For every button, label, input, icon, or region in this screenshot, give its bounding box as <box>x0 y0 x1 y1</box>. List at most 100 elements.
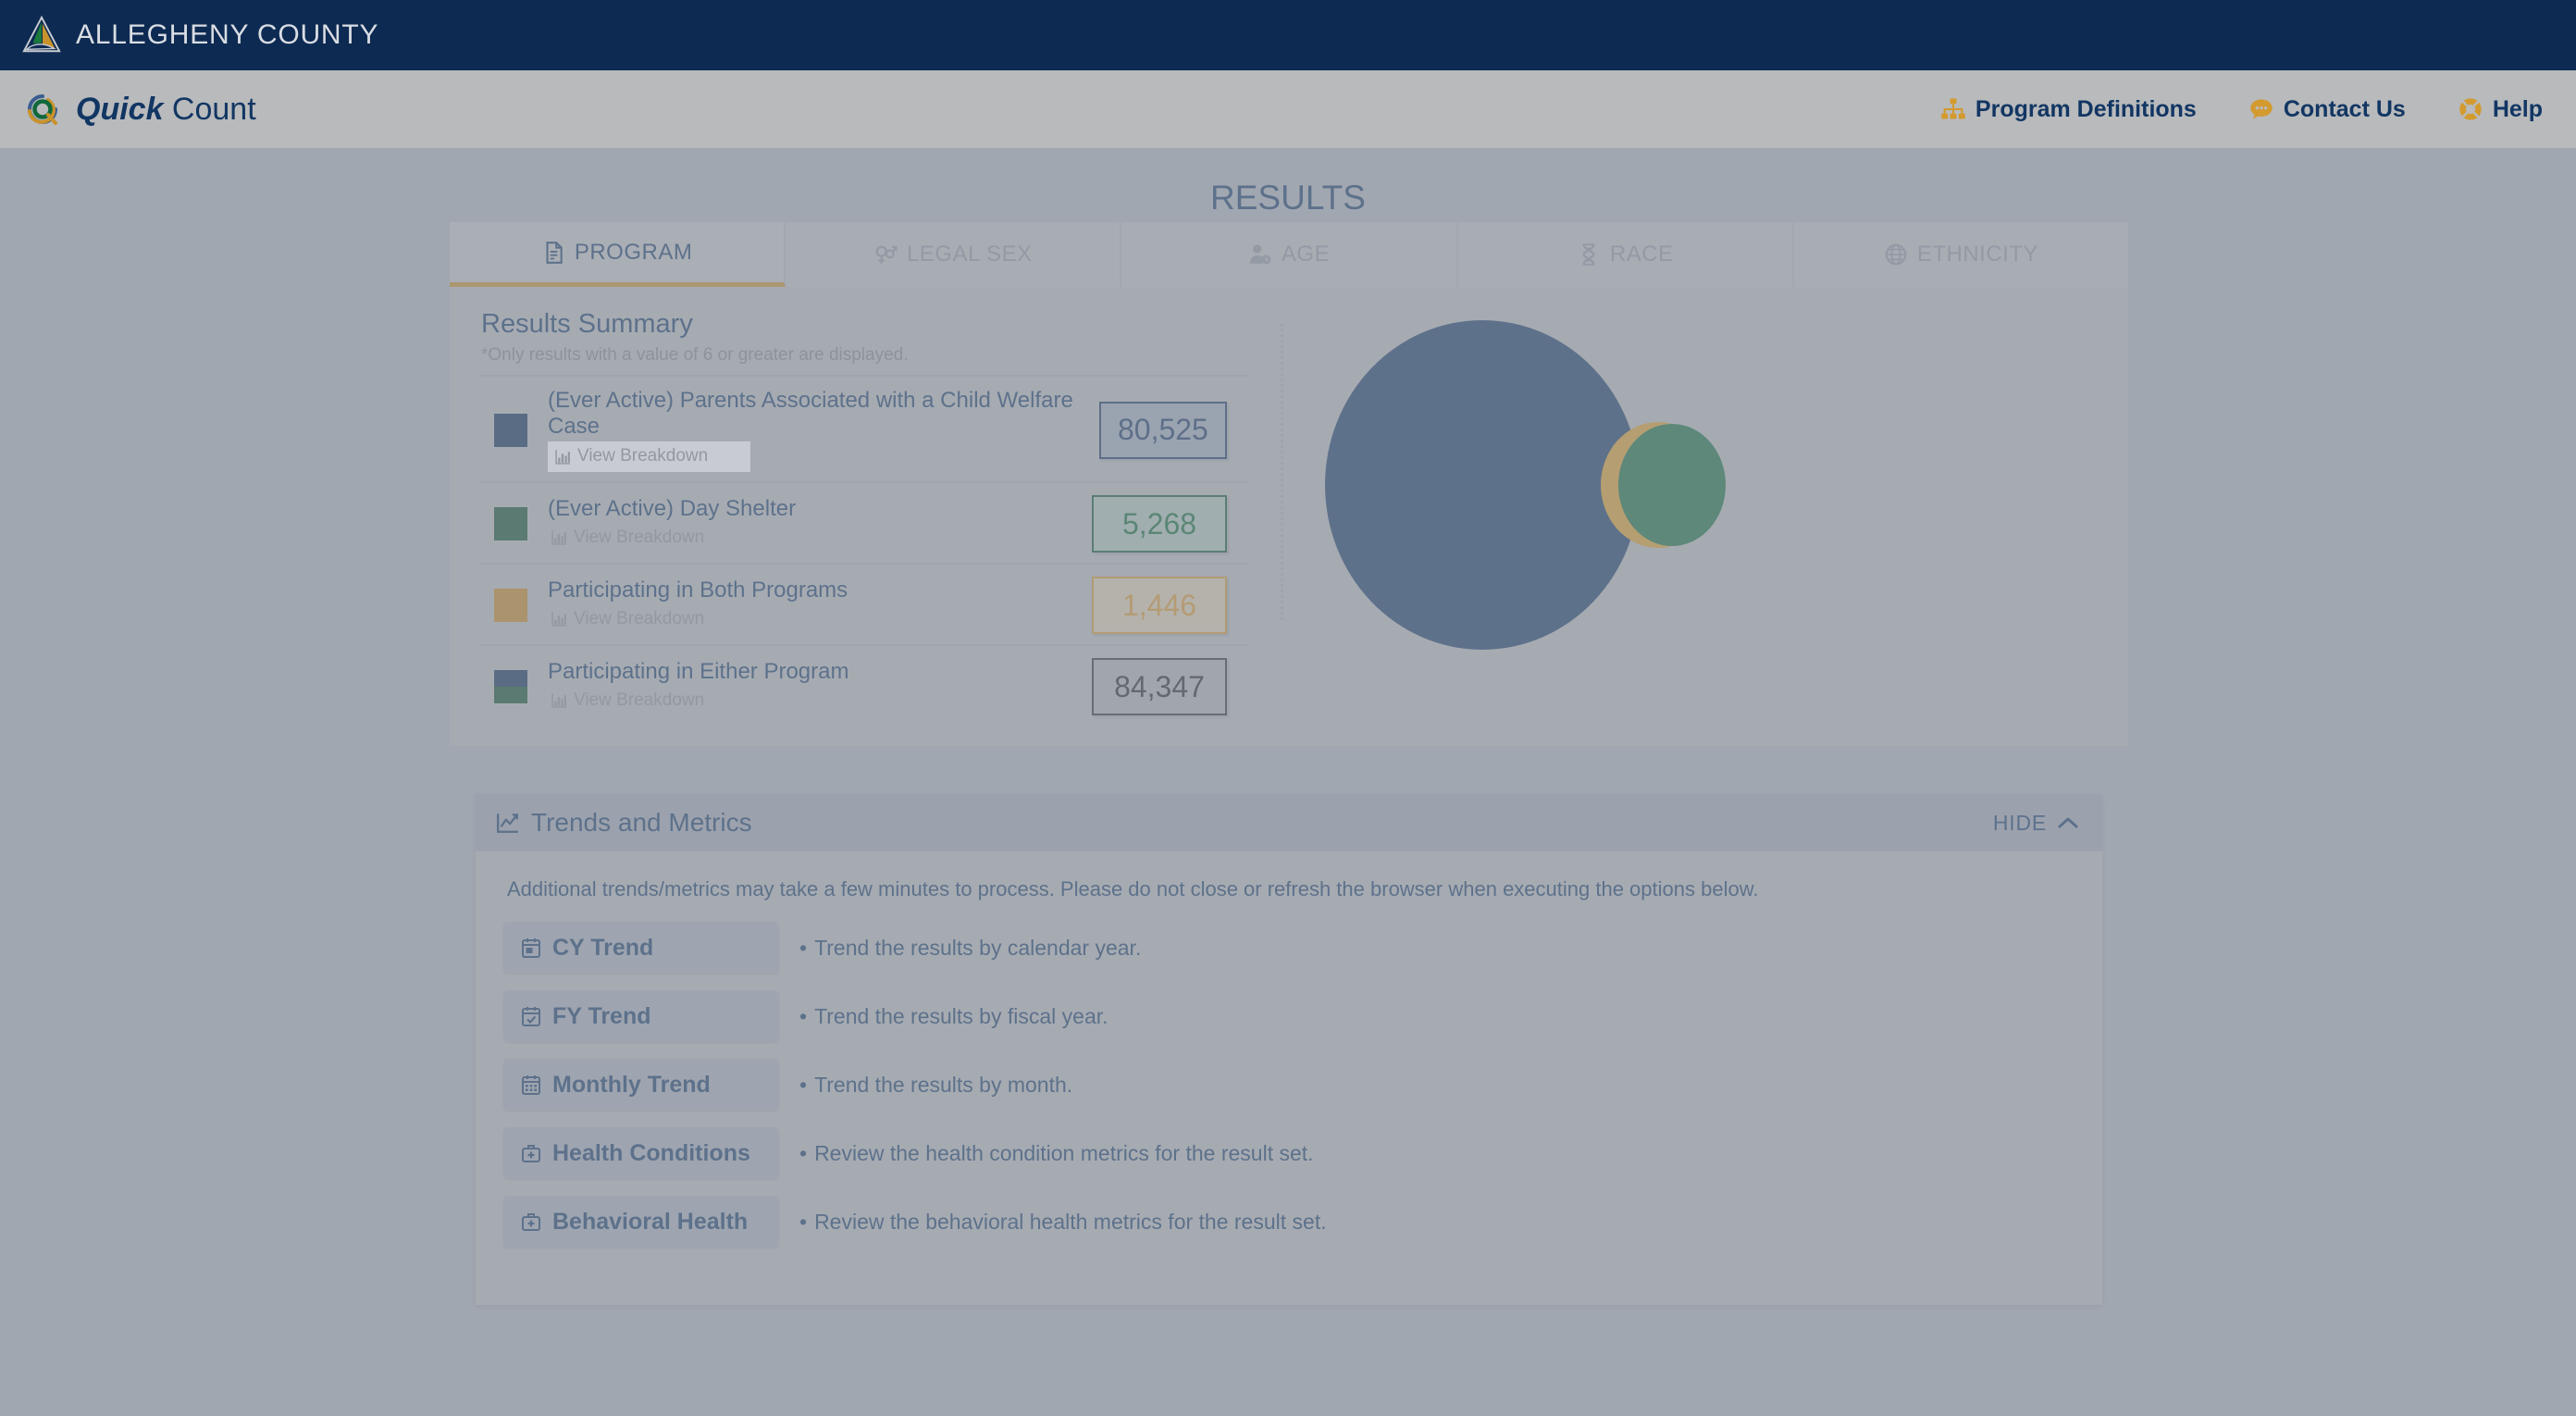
result-value[interactable]: 80,525 <box>1098 401 1227 459</box>
calendar-days-icon <box>522 1075 540 1096</box>
nav-contact-us[interactable]: Contact Us <box>2248 96 2406 123</box>
tab-race-label: RACE <box>1609 242 1674 267</box>
monthly-trend-desc: • Trend the results by month. <box>799 1073 1072 1098</box>
allegheny-triangle-logo-icon <box>22 15 61 53</box>
venn-diagram-container <box>1281 309 2128 726</box>
view-breakdown-link[interactable]: View Breakdown <box>548 525 710 552</box>
behavioral-health-desc-text: Review the behavioral health metrics for… <box>814 1209 1327 1234</box>
view-breakdown-label: View Breakdown <box>574 527 705 547</box>
view-breakdown-link[interactable]: View Breakdown <box>548 688 710 714</box>
view-breakdown-link[interactable]: View Breakdown <box>548 606 710 633</box>
venn-set-green[interactable] <box>1618 424 1726 546</box>
cy-trend-label: CY Trend <box>552 934 654 961</box>
nav-program-definitions[interactable]: Program Definitions <box>1940 96 2197 123</box>
trends-note: Additional trends/metrics may take a few… <box>507 877 1759 901</box>
health-conditions-desc: • Review the health condition metrics for… <box>799 1141 1314 1166</box>
calendar-day-icon <box>522 938 540 959</box>
list-item: Health Conditions • Review the health con… <box>503 1127 2074 1180</box>
venn-set-navy[interactable] <box>1325 320 1640 650</box>
hide-trends-button[interactable]: HIDE <box>1993 811 2078 836</box>
health-conditions-button[interactable]: Health Conditions <box>503 1127 779 1180</box>
cy-trend-button[interactable]: CY Trend <box>503 922 779 975</box>
brand-name: Quick Count <box>76 92 256 128</box>
bar-chart-icon <box>551 530 566 546</box>
fy-trend-desc: • Trend the results by fiscal year. <box>799 1004 1108 1029</box>
behavioral-health-button[interactable]: Behavioral Health <box>503 1196 779 1248</box>
legend-swatch-gold <box>494 589 527 623</box>
life-ring-icon <box>2459 98 2482 120</box>
tab-age-label: AGE <box>1281 242 1331 267</box>
result-label: Participating in Both Programs <box>548 578 848 603</box>
calendar-check-icon <box>522 1007 540 1027</box>
venus-mars-icon <box>875 245 898 264</box>
results-summary-list: Results Summary *Only results with a val… <box>450 309 1281 726</box>
trends-title: Trends and Metrics <box>531 808 752 838</box>
view-breakdown-link[interactable]: View Breakdown <box>548 441 751 473</box>
view-breakdown-label: View Breakdown <box>577 446 709 466</box>
bullet-icon: • <box>799 935 808 960</box>
result-row-text: (Ever Active) Parents Associated with a … <box>548 388 1099 473</box>
nav-program-definitions-label: Program Definitions <box>1975 95 2197 122</box>
brand-header-bar: Quick Count Program Definitions Contact … <box>0 70 2576 148</box>
results-summary-heading: Results Summary <box>481 309 693 339</box>
monthly-trend-button[interactable]: Monthly Trend <box>503 1059 779 1112</box>
tab-ethnicity[interactable]: ETHNICITY <box>1793 222 2129 287</box>
list-item: Monthly Trend • Trend the results by mont… <box>503 1059 2074 1112</box>
sitemap-icon <box>1941 98 1965 119</box>
health-conditions-desc-text: Review the health condition metrics for … <box>814 1140 1314 1165</box>
bullet-icon: • <box>799 1140 808 1165</box>
table-row: Participating in Either Program View Bre… <box>481 644 1247 726</box>
list-item: Behavioral Health • Review the behavioral… <box>503 1196 2074 1248</box>
result-label: (Ever Active) Day Shelter <box>548 496 797 522</box>
comment-dots-icon <box>2250 99 2273 119</box>
file-lines-icon <box>546 241 563 264</box>
results-tabs: PROGRAM LEGAL SEX AGE RACE ETHNICITY <box>450 222 2129 287</box>
list-item: FY Trend • Trend the results by fiscal ye… <box>503 990 2074 1043</box>
bullet-icon: • <box>799 1003 808 1028</box>
nav-help[interactable]: Help <box>2458 96 2543 123</box>
monthly-trend-label: Monthly Trend <box>552 1071 711 1098</box>
result-value[interactable]: 84,347 <box>1092 658 1227 716</box>
tab-legal-sex-label: LEGAL SEX <box>906 242 1033 267</box>
tab-age[interactable]: AGE <box>1121 222 1458 287</box>
bullet-icon: • <box>799 1072 808 1097</box>
hide-label: HIDE <box>1992 810 2047 835</box>
trends-and-metrics-panel: Trends and Metrics HIDE Additional trend… <box>476 794 2102 1306</box>
behavioral-health-label: Behavioral Health <box>552 1208 749 1235</box>
tab-legal-sex[interactable]: LEGAL SEX <box>786 222 1122 287</box>
briefcase-medical-icon <box>522 1213 540 1232</box>
results-summary-note: *Only results with a value of 6 or great… <box>481 345 909 365</box>
behavioral-health-desc: • Review the behavioral health metrics fo… <box>799 1210 1327 1235</box>
brand-name-light: Count <box>163 91 256 127</box>
monthly-trend-desc-text: Trend the results by month. <box>814 1072 1073 1097</box>
result-value[interactable]: 5,268 <box>1092 495 1227 553</box>
cy-trend-desc: • Trend the results by calendar year. <box>799 936 1141 961</box>
result-label: (Ever Active) Parents Associated with a … <box>548 388 1073 439</box>
county-header-bar: ALLEGHENY COUNTY <box>0 0 2576 70</box>
table-row: (Ever Active) Parents Associated with a … <box>481 375 1247 481</box>
fy-trend-button[interactable]: FY Trend <box>503 990 779 1043</box>
fy-trend-label: FY Trend <box>552 1002 651 1029</box>
result-value[interactable]: 1,446 <box>1092 577 1227 635</box>
tab-race[interactable]: RACE <box>1457 222 1794 287</box>
bar-chart-icon <box>555 449 570 465</box>
tab-ethnicity-label: ETHNICITY <box>1916 242 2038 267</box>
brand-name-bold: Quick <box>76 91 164 127</box>
result-row-text: Participating in Either Program View Bre… <box>548 659 1092 714</box>
user-clock-icon <box>1249 244 1271 265</box>
legend-swatch-navy <box>494 413 527 447</box>
tab-program-label: PROGRAM <box>574 239 693 265</box>
globe-icon <box>1885 243 1907 266</box>
main-content-column: PROGRAM LEGAL SEX AGE RACE ETHNICITY Res… <box>450 222 2129 1306</box>
dna-icon <box>1582 243 1595 266</box>
nav-help-label: Help <box>2492 95 2543 122</box>
view-breakdown-label: View Breakdown <box>574 689 705 710</box>
result-label: Participating in Either Program <box>548 659 849 685</box>
trends-panel-body: Additional trends/metrics may take a few… <box>476 851 2102 1305</box>
list-item: CY Trend • Trend the results by calendar … <box>503 922 2074 975</box>
tab-program[interactable]: PROGRAM <box>450 222 786 287</box>
quick-count-logo-icon <box>20 87 65 131</box>
venn-diagram <box>1325 320 1726 650</box>
bar-chart-icon <box>551 693 566 709</box>
legend-swatch-green <box>494 507 527 541</box>
